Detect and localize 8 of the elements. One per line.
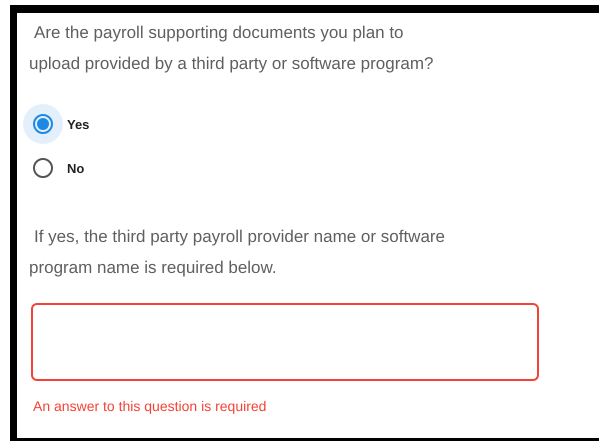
radio-option[interactable]: No bbox=[23, 149, 599, 187]
radio-button[interactable] bbox=[33, 158, 53, 178]
radio-option[interactable]: Yes bbox=[23, 105, 599, 143]
input-field[interactable] bbox=[31, 303, 539, 381]
question-text: Are the payroll supporting documents you plan to upload provided by a third party or software program? bbox=[29, 22, 434, 75]
instruction-text: If yes, the third party payroll provider name or software program name is required below. bbox=[29, 226, 446, 279]
error-message: An answer to this question is required bbox=[33, 398, 268, 414]
radio-button[interactable] bbox=[33, 114, 53, 134]
